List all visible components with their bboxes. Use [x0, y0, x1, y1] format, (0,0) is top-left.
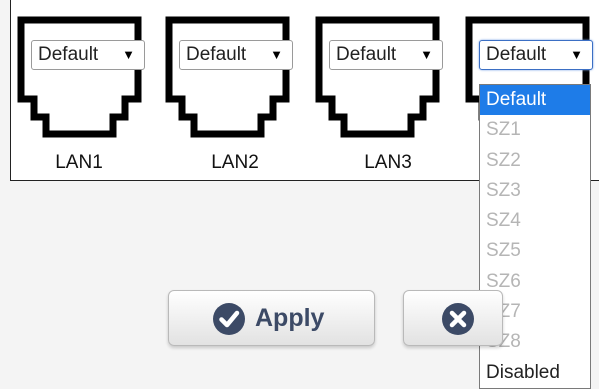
- ethernet-jack-icon: [315, 16, 440, 138]
- close-icon: [442, 303, 474, 335]
- apply-button[interactable]: Apply: [168, 290, 375, 346]
- chevron-down-icon: ▼: [270, 47, 283, 62]
- dropdown-option-sz4[interactable]: SZ4: [480, 206, 590, 236]
- lan4-zone-value: Default: [486, 44, 547, 65]
- lan1-zone-select[interactable]: Default ▼: [31, 40, 145, 70]
- ethernet-jack-icon: [17, 16, 142, 138]
- cancel-button[interactable]: [403, 290, 503, 346]
- lan3-zone-value: Default: [336, 44, 397, 65]
- ethernet-jack-icon: [165, 16, 290, 138]
- lan3-label: LAN3: [364, 152, 412, 173]
- lan1-port: Default ▼: [16, 15, 145, 139]
- chevron-down-icon: ▼: [122, 47, 135, 62]
- chevron-down-icon: ▼: [570, 47, 583, 62]
- dropdown-option-sz5[interactable]: SZ5: [480, 236, 590, 266]
- lan2-port: Default ▼: [164, 15, 293, 139]
- apply-button-label: Apply: [255, 304, 325, 332]
- lan4-zone-select[interactable]: Default ▼: [479, 40, 593, 70]
- dropdown-option-sz3[interactable]: SZ3: [480, 176, 590, 206]
- lan2-zone-value: Default: [186, 44, 247, 65]
- chevron-down-icon: ▼: [420, 47, 433, 62]
- lan2-label: LAN2: [211, 152, 259, 173]
- lan1-zone-value: Default: [38, 44, 99, 65]
- dropdown-option-default[interactable]: Default: [480, 85, 590, 116]
- lan2-zone-select[interactable]: Default ▼: [179, 40, 293, 70]
- checkmark-icon: [213, 303, 245, 335]
- lan3-port: Default ▼: [314, 15, 443, 139]
- lan3-zone-select[interactable]: Default ▼: [329, 40, 443, 70]
- dropdown-option-sz1[interactable]: SZ1: [480, 115, 590, 145]
- lan1-label: LAN1: [55, 152, 103, 173]
- dropdown-option-disabled[interactable]: Disabled: [480, 358, 590, 388]
- dropdown-option-sz2[interactable]: SZ2: [480, 146, 590, 176]
